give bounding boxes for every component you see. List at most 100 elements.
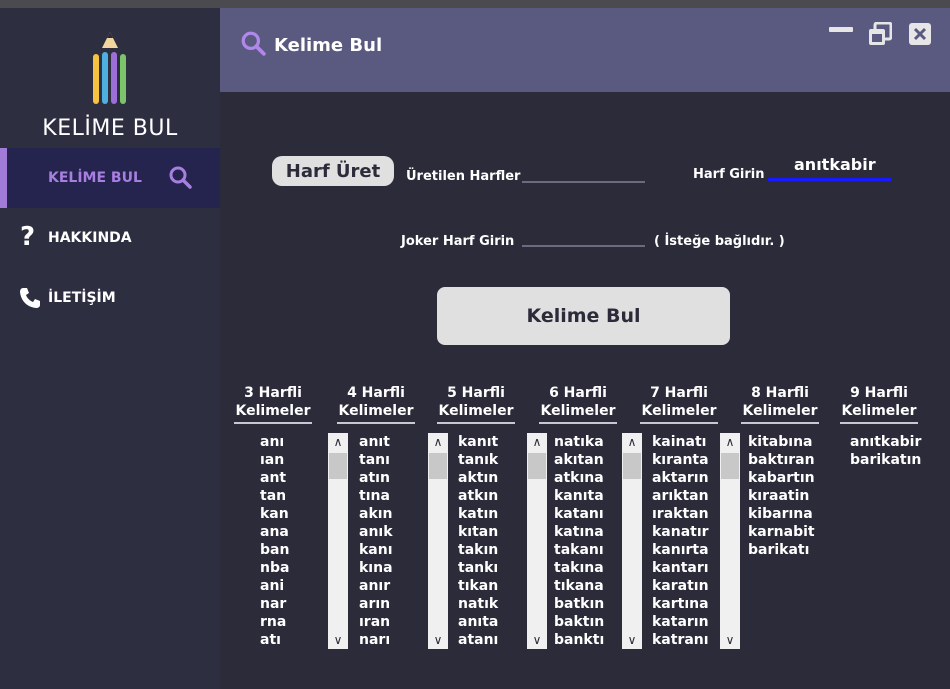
list-item: kıraatin	[748, 488, 810, 504]
window-top-strip	[0, 0, 950, 8]
list-item: ıraktan	[652, 506, 709, 522]
list-item: kanıta	[554, 488, 604, 504]
scroll-thumb[interactable]	[429, 453, 447, 479]
column-header-6: 6 Harfli Kelimeler	[538, 384, 618, 424]
list-item: katarın	[652, 614, 709, 630]
scroll-up-icon[interactable]: ∧	[622, 433, 642, 451]
list-item: kıtan	[458, 524, 499, 540]
list-item: kanırta	[652, 542, 709, 558]
column-header-line1: 5 Harfli	[447, 385, 505, 401]
list-item: anıtkabir	[850, 434, 922, 450]
list-item: baktın	[554, 614, 605, 630]
word-list-4[interactable]: anıt tanı atın tına akın anık kanı kına …	[359, 433, 393, 649]
list-item: aktın	[458, 470, 499, 486]
scroll-up-icon[interactable]: ∧	[428, 433, 448, 451]
list-item: natıka	[554, 434, 604, 450]
column-header-line2: Kelimeler	[540, 403, 616, 419]
close-icon[interactable]	[908, 22, 932, 46]
letters-input-label: Harf Girin	[693, 167, 765, 182]
scrollbar-5[interactable]: ∧ ∨	[428, 433, 448, 649]
column-header-4: 4 Harfli Kelimeler	[336, 384, 416, 424]
scroll-down-icon[interactable]: ∨	[428, 631, 448, 649]
column-header-line1: 8 Harfli	[751, 385, 809, 401]
scroll-down-icon[interactable]: ∨	[720, 631, 740, 649]
header-bar: Kelime Bul	[220, 8, 950, 92]
list-item: katın	[458, 506, 499, 522]
column-header-line2: Kelimeler	[338, 403, 414, 419]
scroll-down-icon[interactable]: ∨	[622, 631, 642, 649]
column-header-line1: 7 Harfli	[650, 385, 708, 401]
phone-icon	[20, 288, 40, 308]
word-list-7[interactable]: kainatı kıranta aktarın arıktan ıraktan …	[652, 433, 709, 649]
pencil-logo-icon	[93, 32, 126, 104]
list-item: ıran	[359, 614, 391, 630]
word-list-5[interactable]: kanıt tanık aktın atkın katın kıtan takı…	[458, 433, 498, 649]
list-item: atkına	[554, 470, 604, 486]
list-item: tanı	[359, 452, 390, 468]
restore-icon[interactable]	[868, 22, 892, 46]
list-item: ban	[260, 542, 290, 558]
sidebar-item-label: İLETİŞİM	[48, 290, 116, 306]
scrollbar-4[interactable]: ∧ ∨	[328, 433, 348, 649]
column-header-underline	[840, 422, 918, 424]
list-item: rna	[260, 614, 287, 630]
generated-letters-underline	[522, 181, 645, 183]
search-icon	[169, 166, 192, 189]
list-item: tanık	[458, 452, 499, 468]
generate-letters-button[interactable]: Harf Üret	[272, 156, 394, 186]
sidebar-item-label: HAKKINDA	[48, 230, 132, 246]
sidebar-item-iletisim[interactable]: İLETİŞİM	[0, 268, 220, 328]
column-header-underline	[337, 422, 415, 424]
scrollbar-7[interactable]: ∧ ∨	[622, 433, 642, 649]
list-item: narı	[359, 632, 391, 648]
scroll-thumb[interactable]	[623, 453, 641, 479]
joker-optional-hint: ( İsteğe bağlıdır. )	[654, 234, 785, 249]
scrollbar-8[interactable]: ∧ ∨	[720, 433, 740, 649]
scroll-down-icon[interactable]: ∨	[527, 631, 547, 649]
list-item: kibarına	[748, 506, 813, 522]
list-item: tıkan	[458, 578, 499, 594]
list-item: tankı	[458, 560, 499, 576]
list-item: atın	[359, 470, 390, 486]
column-header-5: 5 Harfli Kelimeler	[436, 384, 516, 424]
word-list-8[interactable]: kitabına baktıran kabartın kıraatin kiba…	[748, 433, 815, 559]
scroll-thumb[interactable]	[721, 453, 739, 479]
list-item: aktarın	[652, 470, 709, 486]
minimize-icon[interactable]	[829, 26, 853, 34]
list-item: kanatır	[652, 524, 709, 540]
list-item: baktıran	[748, 452, 815, 468]
word-list-9[interactable]: anıtkabir barikatın	[850, 433, 921, 469]
list-item: kanıt	[458, 434, 499, 450]
column-header-3: 3 Harfli Kelimeler	[233, 384, 313, 424]
scroll-up-icon[interactable]: ∧	[720, 433, 740, 451]
sidebar-item-hakkinda[interactable]: ? HAKKINDA	[0, 208, 220, 268]
column-header-line1: 6 Harfli	[549, 385, 607, 401]
scroll-up-icon[interactable]: ∧	[328, 433, 348, 451]
scrollbar-6[interactable]: ∧ ∨	[527, 433, 547, 649]
list-item: karnabit	[748, 524, 815, 540]
word-list-6[interactable]: natıka akıtan atkına kanıta katanı katın…	[554, 433, 604, 649]
scroll-thumb[interactable]	[329, 453, 347, 479]
list-item: tan	[260, 488, 287, 504]
word-list-3[interactable]: anı ıan ant tan kan ana ban nba ani nar …	[260, 433, 289, 649]
column-header-underline	[640, 422, 718, 424]
joker-letter-underline	[522, 245, 645, 247]
list-item: kıranta	[652, 452, 709, 468]
letters-input[interactable]: anıtkabir	[794, 155, 876, 174]
list-item: arın	[359, 596, 391, 612]
list-item: ıan	[260, 452, 285, 468]
column-header-underline	[437, 422, 515, 424]
list-item: tıkana	[554, 578, 604, 594]
find-words-button[interactable]: Kelime Bul	[437, 287, 730, 345]
sidebar-item-kelime-bul[interactable]: KELİME BUL	[0, 148, 220, 208]
scroll-thumb[interactable]	[528, 453, 546, 479]
sidebar: KELİME BUL KELİME BUL ? HAKKINDA İLETİŞİ…	[0, 8, 220, 689]
column-header-line2: Kelimeler	[235, 403, 311, 419]
column-header-line2: Kelimeler	[742, 403, 818, 419]
scroll-up-icon[interactable]: ∧	[527, 433, 547, 451]
list-item: kartına	[652, 596, 709, 612]
column-header-line2: Kelimeler	[438, 403, 514, 419]
scroll-down-icon[interactable]: ∨	[328, 631, 348, 649]
list-item: anıt	[359, 434, 390, 450]
list-item: karatın	[652, 578, 709, 594]
